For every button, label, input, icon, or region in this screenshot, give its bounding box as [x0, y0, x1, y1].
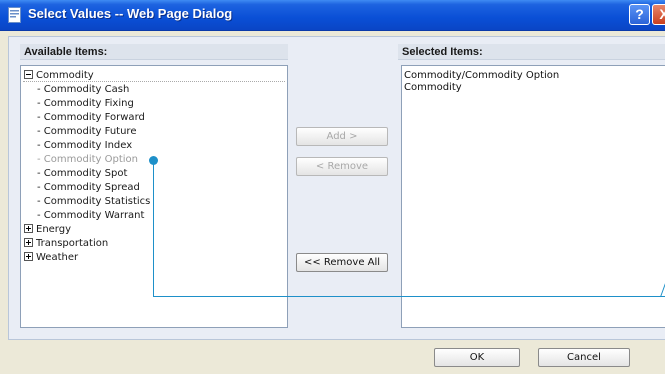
document-icon [8, 7, 21, 23]
tree-leaf-commodity-spot[interactable]: - Commodity Spot [21, 167, 127, 181]
tree-node-label: Commodity [36, 70, 94, 81]
window-title: Select Values -- Web Page Dialog [28, 6, 233, 21]
tree-leaf-commodity-forward[interactable]: - Commodity Forward [21, 111, 145, 125]
tree-leaf-commodity-fixing[interactable]: - Commodity Fixing [21, 97, 134, 111]
expand-icon[interactable] [24, 238, 33, 247]
add-button[interactable]: Add > [296, 127, 388, 146]
tree-leaf-commodity-option: - Commodity Option [37, 154, 139, 165]
expand-icon[interactable] [24, 252, 33, 261]
tree-node-label: Energy [36, 224, 72, 235]
tree-leaf-commodity-future[interactable]: - Commodity Future [21, 125, 136, 139]
cancel-button[interactable]: Cancel [538, 348, 630, 367]
tree-node-transportation[interactable]: Transportation [24, 237, 108, 251]
selected-items-header: Selected Items: [398, 44, 665, 60]
tree-leaf-commodity-cash[interactable]: - Commodity Cash [21, 83, 129, 97]
ok-button[interactable]: OK [434, 348, 520, 367]
tree-node-label: Transportation [36, 238, 109, 249]
tree-leaf-commodity-warrant[interactable]: - Commodity Warrant [21, 209, 144, 223]
close-button[interactable]: X [652, 4, 665, 25]
title-bar[interactable]: Select Values -- Web Page Dialog ? X [0, 0, 665, 31]
available-items-header: Available Items: [20, 44, 288, 60]
tree-leaf-commodity-index[interactable]: - Commodity Index [21, 139, 132, 153]
tree-leaf-commodity-spread[interactable]: - Commodity Spread [21, 181, 140, 195]
help-button[interactable]: ? [629, 4, 650, 25]
tree-node-energy[interactable]: Energy [24, 223, 71, 237]
tree-node-weather[interactable]: Weather [24, 251, 78, 265]
remove-button[interactable]: < Remove [296, 157, 388, 176]
callout-line [153, 160, 154, 297]
tree-node-commodity[interactable]: Commodity [24, 69, 94, 83]
selected-items-list[interactable]: Commodity/Commodity Option Commodity [401, 65, 665, 328]
collapse-icon[interactable] [24, 70, 33, 79]
available-items-tree[interactable]: Commodity - Commodity Cash - Commodity F… [20, 65, 288, 328]
remove-all-button[interactable]: << Remove All [296, 253, 388, 272]
tree-leaf-commodity-statistics[interactable]: - Commodity Statistics [21, 195, 150, 209]
list-item[interactable]: Commodity [404, 82, 462, 94]
expand-icon[interactable] [24, 224, 33, 233]
list-item[interactable]: Commodity/Commodity Option [404, 70, 559, 82]
tree-node-label: Weather [36, 252, 79, 263]
callout-line [153, 296, 665, 297]
